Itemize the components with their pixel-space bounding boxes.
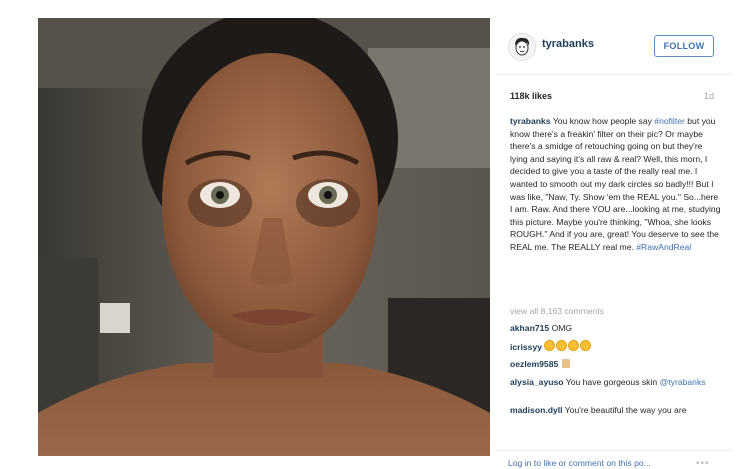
- post-header: tyrabanks FOLLOW: [496, 18, 732, 75]
- comment-text: OMG: [549, 323, 573, 333]
- comment-username[interactable]: oezlem9585: [510, 359, 558, 369]
- comment-username[interactable]: alysia_ayuso: [510, 377, 564, 387]
- caption-text-1: You know how people say: [550, 116, 655, 126]
- smiling-face-icon: [580, 340, 592, 351]
- comment: madison.dyll You're beautiful the way yo…: [510, 404, 722, 428]
- smiling-face-icon: [568, 340, 580, 351]
- comment-username[interactable]: madison.dyll: [510, 405, 563, 415]
- follow-button[interactable]: FOLLOW: [654, 35, 714, 57]
- thumbs-up-icon: [561, 359, 570, 368]
- comment: icrissyy: [510, 340, 722, 354]
- comment-username[interactable]: akhan715: [510, 323, 549, 333]
- view-all-comments-link[interactable]: view all 8,163 comments: [510, 306, 604, 316]
- post-photo[interactable]: [38, 18, 490, 456]
- caption-username[interactable]: tyrabanks: [510, 116, 551, 126]
- post-username[interactable]: tyrabanks: [542, 38, 594, 50]
- divider: [496, 450, 732, 451]
- hashtag-rawandreal[interactable]: #RawAndReal: [636, 242, 691, 252]
- more-options-icon[interactable]: •••: [696, 458, 710, 469]
- like-count[interactable]: 118k likes: [510, 91, 552, 101]
- hashtag-nofilter[interactable]: #nofilter: [654, 116, 685, 126]
- login-to-comment-link[interactable]: Log in to like or comment on this po...: [508, 458, 651, 468]
- post-age: 1d: [703, 91, 714, 101]
- comment: alysia_ayuso You have gorgeous skin @tyr…: [510, 376, 722, 389]
- caption-text-2: but you know there's a freakin' filter o…: [510, 116, 721, 252]
- post-sidebar: tyrabanks FOLLOW 118k likes 1d tyrabanks…: [496, 18, 732, 469]
- comment-mention[interactable]: @tyrabanks: [660, 377, 706, 387]
- comment: akhan715 OMG: [510, 322, 722, 335]
- comment-username[interactable]: icrissyy: [510, 342, 542, 352]
- post-caption: tyrabanks You know how people say #nofil…: [510, 115, 722, 254]
- comment-text: You have gorgeous skin: [563, 377, 660, 387]
- comment: oezlem9585: [510, 358, 722, 371]
- avatar[interactable]: [508, 33, 536, 61]
- comment-text: [558, 359, 560, 369]
- smiling-face-icon: [556, 340, 568, 351]
- smiling-face-icon: [544, 340, 556, 351]
- comment-text: You're beautiful the way you are: [562, 405, 687, 415]
- avatar-icon: [509, 34, 535, 60]
- selfie-image: [38, 18, 490, 456]
